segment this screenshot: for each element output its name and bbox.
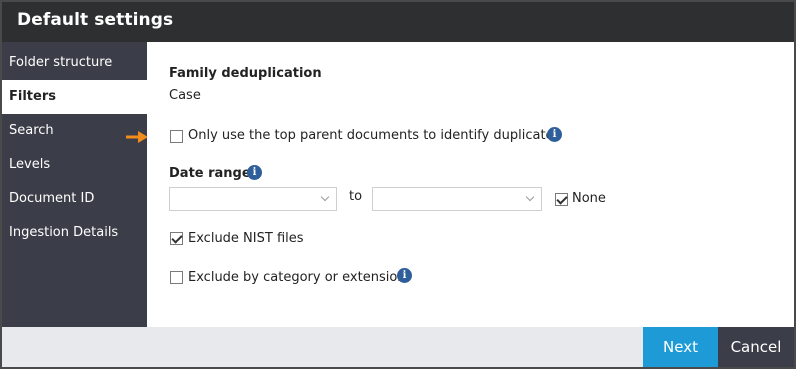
date-to-select[interactable] xyxy=(372,187,542,211)
exclude-nist-label[interactable]: Exclude NIST files xyxy=(188,231,304,246)
family-dedup-value: Case xyxy=(169,88,201,103)
date-none-label[interactable]: None xyxy=(572,191,606,206)
default-settings-dialog: Default settings Folder structure Filter… xyxy=(0,0,796,369)
dialog-title: Default settings xyxy=(17,10,174,30)
sidebar-item-levels[interactable]: Levels xyxy=(2,148,147,182)
arrow-right-icon xyxy=(126,131,148,143)
date-from-select[interactable] xyxy=(169,187,337,211)
exclude-category-label[interactable]: Exclude by category or extension xyxy=(188,270,406,285)
exclude-nist-checkbox[interactable] xyxy=(170,232,183,245)
sidebar-nav: Folder structure Filters Search Levels D… xyxy=(2,42,147,327)
cancel-button[interactable]: Cancel xyxy=(718,327,794,367)
next-button[interactable]: Next xyxy=(643,327,718,367)
exclude-category-checkbox[interactable] xyxy=(170,271,183,284)
dialog-footer: Next Cancel xyxy=(2,327,794,367)
info-icon[interactable]: i xyxy=(247,165,262,180)
chevron-down-icon xyxy=(320,192,330,202)
filters-panel: Family deduplication Case Only use the t… xyxy=(147,42,794,327)
title-bar: Default settings xyxy=(2,2,794,42)
sidebar-item-ingestion-details[interactable]: Ingestion Details xyxy=(2,216,147,250)
info-icon[interactable]: i xyxy=(397,268,412,283)
date-to-label: to xyxy=(349,189,363,204)
info-icon[interactable]: i xyxy=(547,127,562,142)
sidebar-item-folder-structure[interactable]: Folder structure xyxy=(2,46,147,80)
date-none-checkbox[interactable] xyxy=(555,193,568,206)
family-dedup-heading: Family deduplication xyxy=(169,66,322,81)
sidebar-item-filters[interactable]: Filters xyxy=(2,80,147,114)
chevron-down-icon xyxy=(525,192,535,202)
date-range-heading: Date range xyxy=(169,166,251,181)
top-parent-label[interactable]: Only use the top parent documents to ide… xyxy=(188,128,560,143)
sidebar-item-document-id[interactable]: Document ID xyxy=(2,182,147,216)
top-parent-checkbox[interactable] xyxy=(170,130,183,143)
